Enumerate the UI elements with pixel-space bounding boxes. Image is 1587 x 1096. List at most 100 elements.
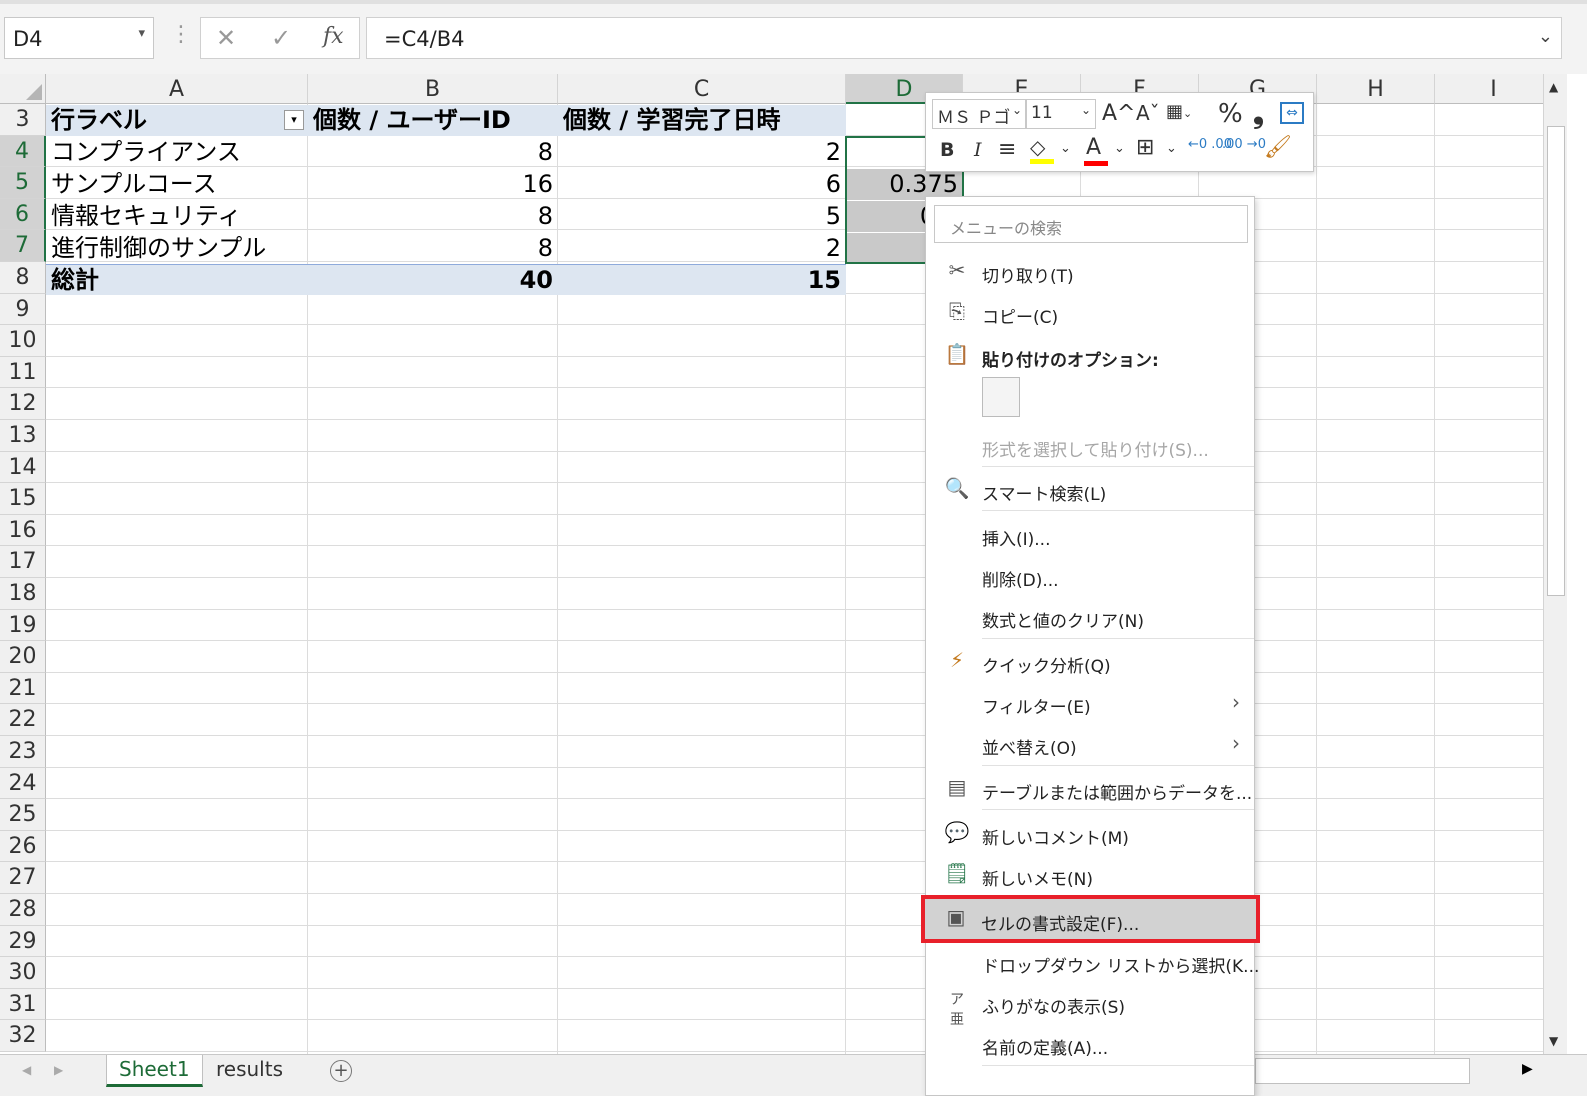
row-header[interactable]: 28 [0, 894, 46, 926]
menu-item-dropdown-list[interactable]: ドロップダウン リストから選択(K... [926, 942, 1259, 980]
menu-item-format-cells[interactable]: ▣ セルの書式設定(F)... [921, 895, 1260, 943]
menu-search-input[interactable]: メニューの検索 [934, 205, 1248, 243]
row-header[interactable]: 17 [0, 546, 46, 578]
pivot-total-label[interactable]: 総計 [46, 264, 308, 295]
col-header-c[interactable]: C [558, 74, 846, 104]
row-header[interactable]: 19 [0, 609, 46, 642]
pivot-row-label[interactable]: 進行制御のサンプル [46, 233, 308, 264]
pivot-row-label[interactable]: サンプルコース [46, 169, 308, 200]
scroll-right-icon[interactable]: ▶ [1522, 1061, 1533, 1077]
pivot-row-label[interactable]: コンプライアンス [46, 137, 308, 168]
row-header[interactable]: 27 [0, 862, 46, 894]
row-header[interactable]: 30 [0, 957, 46, 989]
row-header[interactable]: 26 [0, 830, 46, 863]
row-header[interactable]: 5 [0, 167, 46, 199]
insert-function-icon[interactable]: fx [323, 24, 344, 49]
cancel-icon[interactable]: ✕ [216, 24, 236, 52]
borders-icon[interactable]: ⊞ [1136, 135, 1154, 160]
font-size-combo[interactable]: 11 ⌄ [1026, 99, 1096, 129]
borders-dropdown-icon[interactable]: ⌄ [1166, 141, 1177, 156]
expand-formula-icon[interactable]: ⌄ [1538, 26, 1553, 47]
menu-item-paste-special[interactable]: 形式を選択して貼り付け(S)... [926, 426, 1254, 464]
row-header[interactable]: 31 [0, 988, 46, 1021]
filter-dropdown-icon[interactable]: ▾ [284, 110, 304, 130]
pivot-value-b[interactable]: 8 [308, 201, 558, 232]
font-name-combo[interactable]: ＭＳ Ｐゴ ⌄ [932, 99, 1026, 129]
add-sheet-icon[interactable]: + [330, 1060, 352, 1082]
row-header[interactable]: 23 [0, 736, 46, 768]
fill-color-icon[interactable]: ◇ [1030, 135, 1054, 164]
menu-item-quick-analysis[interactable]: ⚡ クイック分析(Q) [926, 642, 1254, 680]
shrink-font-icon[interactable]: Aˇ [1136, 101, 1160, 125]
menu-item-new-note[interactable]: 🗒 新しいメモ(N) [926, 855, 1254, 893]
row-header[interactable]: 10 [0, 325, 46, 357]
pivot-row-label-header[interactable]: 行ラベル ▾ [46, 105, 308, 136]
tab-sheet1[interactable]: Sheet1 [106, 1055, 203, 1087]
pivot-total-c[interactable]: 15 [558, 264, 846, 295]
pivot-value-c[interactable]: 2 [558, 233, 846, 264]
menu-item-furigana[interactable]: ア亜 ふりがなの表示(S) [926, 983, 1254, 1028]
comma-icon[interactable]: ❟ [1253, 97, 1264, 131]
percent-icon[interactable]: % [1218, 99, 1243, 129]
merge-center-icon[interactable]: ⇔ [1280, 102, 1304, 124]
pivot-value-b[interactable]: 8 [308, 233, 558, 264]
row-header[interactable]: 13 [0, 420, 46, 452]
menu-item-from-table[interactable]: ▤ テーブルまたは範囲からデータを... [926, 769, 1254, 807]
row-header[interactable]: 12 [0, 388, 46, 420]
font-color-icon[interactable]: A [1084, 135, 1108, 166]
name-box-dropdown-icon[interactable]: ▾ [138, 26, 145, 41]
pivot-value-c[interactable]: 6 [558, 169, 846, 200]
row-header[interactable]: 21 [0, 672, 46, 705]
menu-item-insert[interactable]: 挿入(I)... [926, 515, 1254, 553]
row-header[interactable]: 7 [0, 230, 46, 262]
col-header-a[interactable]: A [46, 74, 308, 104]
row-header[interactable]: 9 [0, 293, 46, 326]
align-center-icon[interactable]: ≡ [998, 137, 1016, 162]
menu-item-define-name[interactable]: 名前の定義(A)... [926, 1024, 1254, 1062]
italic-button[interactable]: I [974, 139, 982, 161]
menu-item-filter[interactable]: フィルター(E) › [926, 683, 1254, 721]
pivot-header-completed[interactable]: 個数 / 学習完了日時 [558, 105, 846, 136]
menu-item-copy[interactable]: ⎘ コピー(C) [926, 293, 1254, 331]
decrease-decimal-icon[interactable]: .00 →0 [1222, 138, 1266, 151]
pivot-header-userid[interactable]: 個数 / ユーザーID [308, 105, 558, 136]
col-header-i[interactable]: I [1435, 74, 1543, 104]
more-options-icon[interactable]: ⋮ [170, 22, 192, 47]
grow-font-icon[interactable]: A^ [1102, 101, 1135, 126]
bold-button[interactable]: B [940, 139, 954, 161]
row-header[interactable]: 6 [0, 198, 46, 231]
pivot-value-b[interactable]: 16 [308, 169, 558, 200]
row-header[interactable]: 4 [0, 135, 46, 168]
row-header[interactable]: 14 [0, 451, 46, 484]
prev-sheet-icon[interactable]: ◀ [22, 1063, 31, 1077]
enter-icon[interactable]: ✓ [271, 24, 291, 52]
accounting-format-icon[interactable]: ▦⌄ [1166, 101, 1192, 122]
row-header[interactable]: 11 [0, 356, 46, 389]
row-header[interactable]: 8 [0, 262, 46, 294]
row-header[interactable]: 20 [0, 641, 46, 673]
formula-input[interactable]: =C4/B4 ⌄ [366, 17, 1562, 59]
menu-item-new-comment[interactable]: 💬 新しいコメント(M) [926, 814, 1254, 852]
menu-item-smart-lookup[interactable]: 🔍 スマート検索(L) [926, 470, 1254, 508]
menu-item-delete[interactable]: 削除(D)... [926, 556, 1254, 594]
row-header[interactable]: 24 [0, 767, 46, 800]
row-header[interactable]: 25 [0, 799, 46, 831]
tab-results[interactable]: results [204, 1055, 295, 1087]
row-header[interactable]: 32 [0, 1020, 46, 1052]
pivot-value-c[interactable]: 2 [558, 137, 846, 168]
row-header[interactable]: 22 [0, 704, 46, 736]
menu-item-clear[interactable]: 数式と値のクリア(N) [926, 597, 1254, 635]
pivot-row-label[interactable]: 情報セキュリティ [46, 201, 308, 232]
fill-dropdown-icon[interactable]: ⌄ [1060, 141, 1071, 156]
horizontal-scrollbar[interactable] [1255, 1058, 1470, 1084]
scroll-down-icon[interactable]: ▼ [1549, 1034, 1558, 1048]
scroll-thumb[interactable] [1547, 126, 1565, 596]
name-box[interactable]: D4 ▾ [4, 17, 154, 59]
pivot-total-b[interactable]: 40 [308, 264, 558, 295]
row-header[interactable]: 18 [0, 578, 46, 610]
row-header[interactable]: 29 [0, 925, 46, 958]
font-color-dropdown-icon[interactable]: ⌄ [1114, 141, 1125, 156]
vertical-scrollbar[interactable]: ▲ ▼ [1543, 74, 1567, 1054]
pivot-value-c[interactable]: 5 [558, 201, 846, 232]
row-header[interactable]: 15 [0, 483, 46, 515]
